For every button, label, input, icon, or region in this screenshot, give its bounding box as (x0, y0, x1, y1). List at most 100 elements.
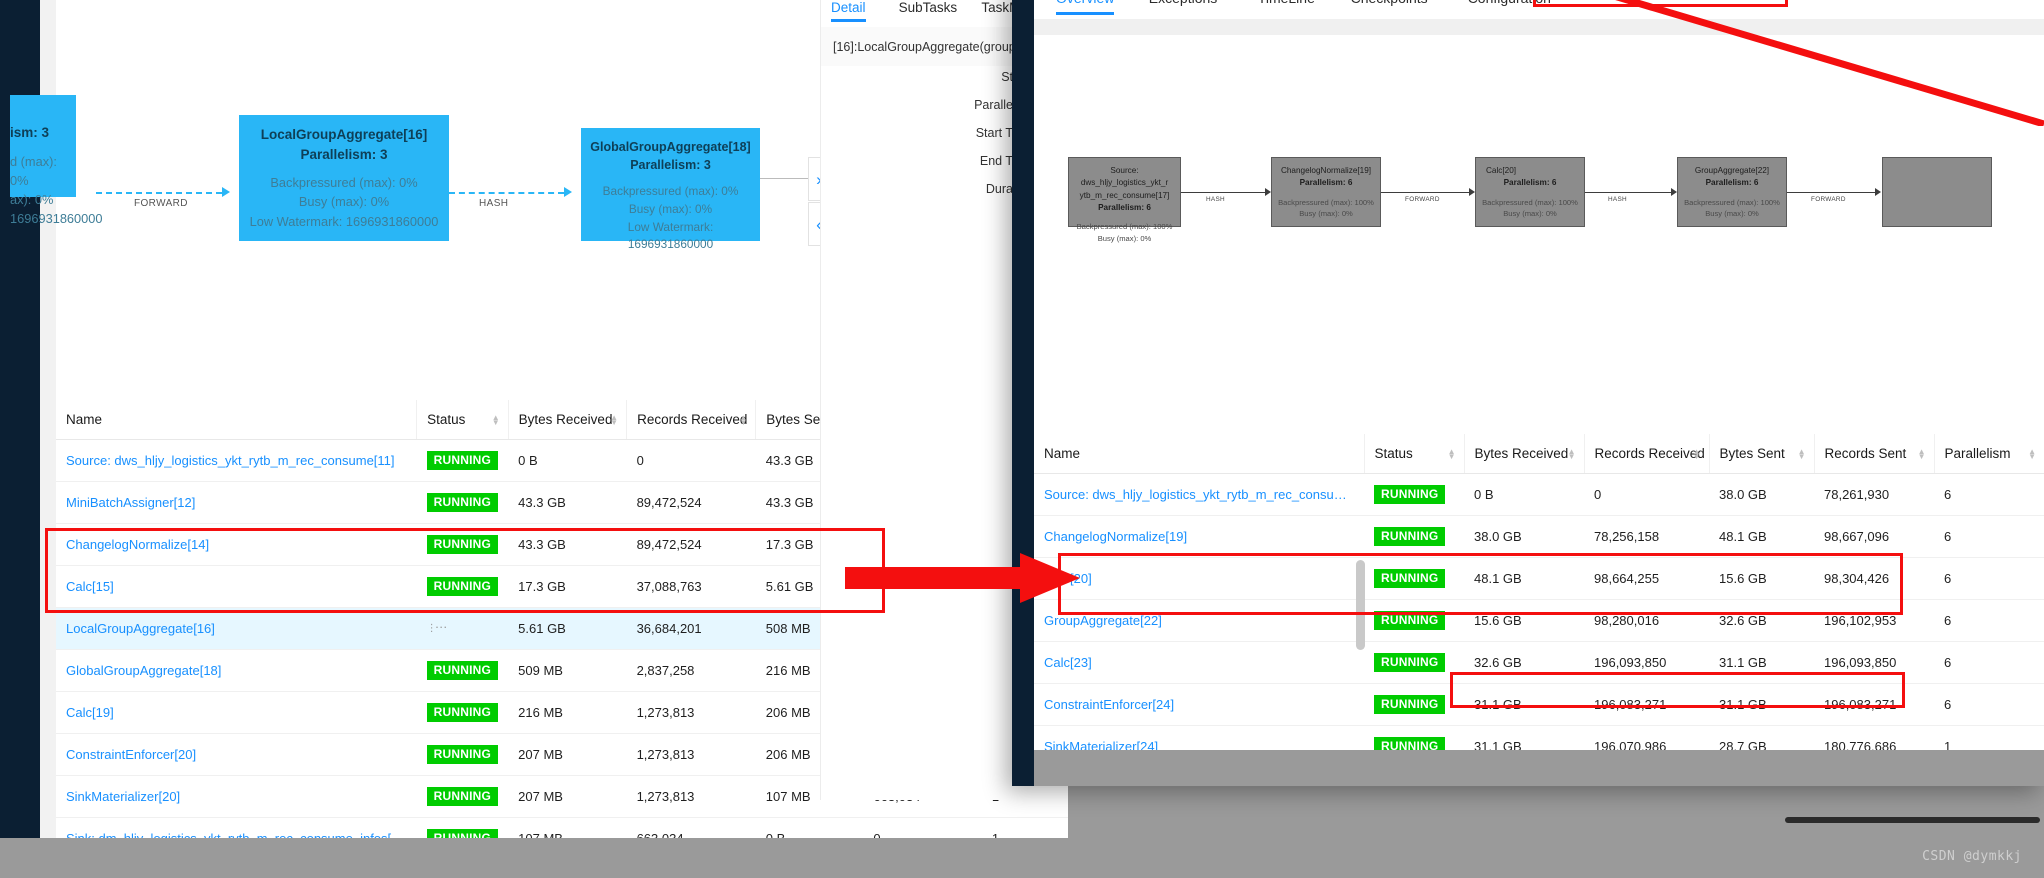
front-graph-node-next[interactable] (1882, 157, 1992, 227)
vertex-name-link[interactable]: ConstraintEnforcer[24] (1034, 683, 1364, 726)
front-graph-edge-arrow (1875, 188, 1881, 196)
parallelism-cell: 6 (1934, 473, 2044, 516)
column-sort-icon[interactable]: ▲▼ (492, 413, 500, 426)
column-sort-icon[interactable]: ▲▼ (1693, 447, 1701, 460)
column-sort-icon[interactable]: ▲▼ (610, 413, 618, 426)
column-sort-icon[interactable]: ▲▼ (2028, 447, 2036, 460)
vertex-name-link[interactable]: MiniBatchAssigner[12] (56, 481, 417, 524)
front-column-header[interactable]: Parallelism ▲ ▼ (1933, 434, 2044, 474)
status-cell: RUNNING (1364, 473, 1464, 516)
front-column-header[interactable]: Records Sent ▲ ▼ (1813, 434, 1934, 474)
graph-node-name: LocalGroupAggregate[16] (260, 127, 428, 142)
table-row[interactable]: ConstraintEnforcer[24] RUNNING 31.1 GB 196,… (1034, 683, 2044, 726)
front-tab-configuration[interactable]: Configuration (1468, 0, 1551, 6)
back-column-header[interactable]: Name (56, 400, 417, 440)
front-graph-node-groupaggregate[interactable]: GroupAggregate[22] Parallelism: 6 Backpr… (1677, 157, 1787, 227)
front-node-backpressure: Backpressured (max): 100% (1076, 222, 1173, 232)
vertex-name-link[interactable]: ConstraintEnforcer[20] (56, 733, 417, 776)
vertex-detail-tab-detail[interactable]: Detail (831, 0, 866, 22)
column-sort-icon[interactable]: ▲▼ (1448, 447, 1456, 460)
front-column-header-label: Bytes Sent (1719, 446, 1785, 461)
table-row[interactable]: Calc[20] RUNNING 48.1 GB 98,664,255 15.6 GB 9… (1034, 557, 2044, 600)
records-sent-cell: 0 (863, 817, 982, 838)
front-column-header-label: Parallelism (1944, 446, 2011, 461)
vertex-name-link[interactable]: Source: dws_hljy_logistics_ykt_rytb_m_re… (56, 439, 417, 482)
graph-node-parallelism: Parallelism: 3 (630, 158, 711, 173)
front-tab-overview[interactable]: Overview (1056, 0, 1115, 15)
vertex-name-link[interactable]: GroupAggregate[22] (1034, 599, 1364, 642)
status-cell: RUNNING (1364, 683, 1464, 726)
front-tab-divider (1034, 19, 2044, 35)
column-sort-icon[interactable]: ▲▼ (739, 413, 747, 426)
table-row[interactable]: Source: dws_hljy_logistics_ykt_rytb_m_re… (1034, 473, 2044, 516)
vertex-name-link[interactable]: ChangelogNormalize[19] (1034, 515, 1364, 558)
row-drag-handle-icon[interactable]: ⋮ (427, 623, 437, 634)
front-graph-node-calc[interactable]: Calc[20] Parallelism: 6 Backpressured (m… (1475, 157, 1585, 227)
front-graph-edge (1181, 192, 1265, 193)
vertex-name-link[interactable]: ChangelogNormalize[14] (56, 523, 417, 566)
vertex-name-link[interactable]: LocalGroupAggregate[16] (56, 607, 417, 650)
graph-node-parallelism: ism: 3 (10, 125, 50, 140)
status-badge: RUNNING (1374, 569, 1446, 588)
status-badge: RUNNING (1374, 653, 1446, 672)
front-column-header-label: Bytes Received (1474, 446, 1569, 461)
records-sent-cell: 78,261,930 (1814, 473, 1934, 516)
bytes-received-cell: 17.3 GB (508, 565, 627, 608)
front-horizontal-scrollbar[interactable] (1785, 817, 2040, 823)
back-column-header[interactable]: Records Received ▲ ▼ (626, 400, 756, 440)
front-column-header[interactable]: Status ▲ ▼ (1363, 434, 1464, 474)
table-row[interactable]: Sink: dm_hljy_logistics_ykt_rytb_m_rec_c… (56, 817, 1068, 838)
front-tab-timeline[interactable]: TimeLine (1258, 0, 1315, 6)
front-column-header[interactable]: Bytes Sent ▲ ▼ (1708, 434, 1814, 474)
vertex-name-link[interactable]: Calc[20] (1034, 557, 1364, 600)
status-cell: RUNNING (416, 775, 509, 818)
column-sort-icon[interactable]: ▲▼ (1918, 447, 1926, 460)
bytes-received-cell: 207 MB (508, 775, 627, 818)
column-sort-icon[interactable]: ▲▼ (1798, 447, 1806, 460)
front-column-header[interactable]: Name (1034, 434, 1364, 474)
front-graph-node-changelognormalize[interactable]: ChangelogNormalize[19] Parallelism: 6 Ba… (1271, 157, 1381, 227)
front-table-scrollbar[interactable] (1356, 560, 1365, 650)
bytes-received-cell: 38.0 GB (1464, 515, 1584, 558)
records-received-cell: 2,837,258 (626, 649, 756, 692)
vertex-name-link[interactable]: Calc[23] (1034, 641, 1364, 684)
graph-node-clipped[interactable]: ism: 3 d (max): 0% ax): 0% 1696931860000 (10, 95, 103, 226)
front-tab-checkpoints[interactable]: Checkpoints (1351, 0, 1428, 6)
front-job-tabs: Overview Exceptions TimeLine Checkpoints Con… (1034, 0, 2044, 19)
status-cell: RUNNING (416, 649, 509, 692)
bytes-sent-cell: 48.1 GB (1709, 515, 1814, 558)
vertex-name-link[interactable]: GlobalGroupAggregate[18] (56, 649, 417, 692)
vertex-name-link[interactable]: Source: dws_hljy_logistics_ykt_rytb_m_re… (1034, 473, 1364, 516)
back-column-header[interactable]: Status ▲ ▼ (416, 400, 509, 440)
bytes-sent-cell: 38.0 GB (1709, 473, 1814, 516)
parallelism-cell: 6 (1934, 557, 2044, 600)
vertex-name-link[interactable]: Sink: dm_hljy_logistics_ykt_rytb_m_rec_c… (56, 817, 417, 838)
bytes-received-cell: 509 MB (508, 649, 627, 692)
front-column-header[interactable]: Records Received ▲ ▼ (1583, 434, 1709, 474)
vertex-name-link[interactable]: Calc[19] (56, 691, 417, 734)
front-node-name: ChangelogNormalize[19] (1280, 166, 1372, 175)
vertex-name-link[interactable]: SinkMaterializer[20] (56, 775, 417, 818)
table-row[interactable]: GroupAggregate[22] RUNNING 15.6 GB 98,280,0… (1034, 599, 2044, 642)
table-row[interactable]: ChangelogNormalize[19] RUNNING 38.0 GB 78,2… (1034, 515, 2044, 558)
bytes-sent-cell: 32.6 GB (1709, 599, 1814, 642)
front-node-backpressure: Backpressured (max): 100% (1278, 197, 1374, 207)
bytes-received-cell: 15.6 GB (1464, 599, 1584, 642)
table-row[interactable]: Calc[23] RUNNING 32.6 GB 196,093,850 31.1 GB… (1034, 641, 2044, 684)
graph-node-globalgroupaggregate[interactable]: GlobalGroupAggregate[18] Parallelism: 3 … (581, 128, 760, 251)
front-vertices-table-container: Name Status ▲ ▼ Bytes Received ▲ ▼ Records Rece… (1034, 434, 2044, 786)
front-tab-exceptions[interactable]: Exceptions (1149, 0, 1217, 6)
front-graph-node-source[interactable]: Source: dws_hljy_logistics_ykt_r ytb_m_r… (1068, 157, 1181, 243)
front-node-parallelism: Parallelism: 6 (1705, 178, 1759, 188)
vertex-detail-tab-subtasks[interactable]: SubTasks (899, 0, 958, 15)
graph-edge-label-forward: FORWARD (134, 198, 188, 209)
bytes-sent-cell: 31.1 GB (1709, 683, 1814, 726)
status-badge: RUNNING (1374, 611, 1446, 630)
front-column-header-label: Records Sent (1824, 446, 1907, 461)
vertex-name-link[interactable]: Calc[15] (56, 565, 417, 608)
back-column-header[interactable]: Bytes Received ▲ ▼ (507, 400, 627, 440)
column-sort-icon[interactable]: ▲▼ (1568, 447, 1576, 460)
front-column-header[interactable]: Bytes Received ▲ ▼ (1463, 434, 1584, 474)
front-job-graph[interactable]: Source: dws_hljy_logistics_ykt_r ytb_m_r… (1034, 35, 2044, 430)
graph-node-localgroupaggregate[interactable]: LocalGroupAggregate[16] Parallelism: 3 B… (239, 115, 449, 241)
